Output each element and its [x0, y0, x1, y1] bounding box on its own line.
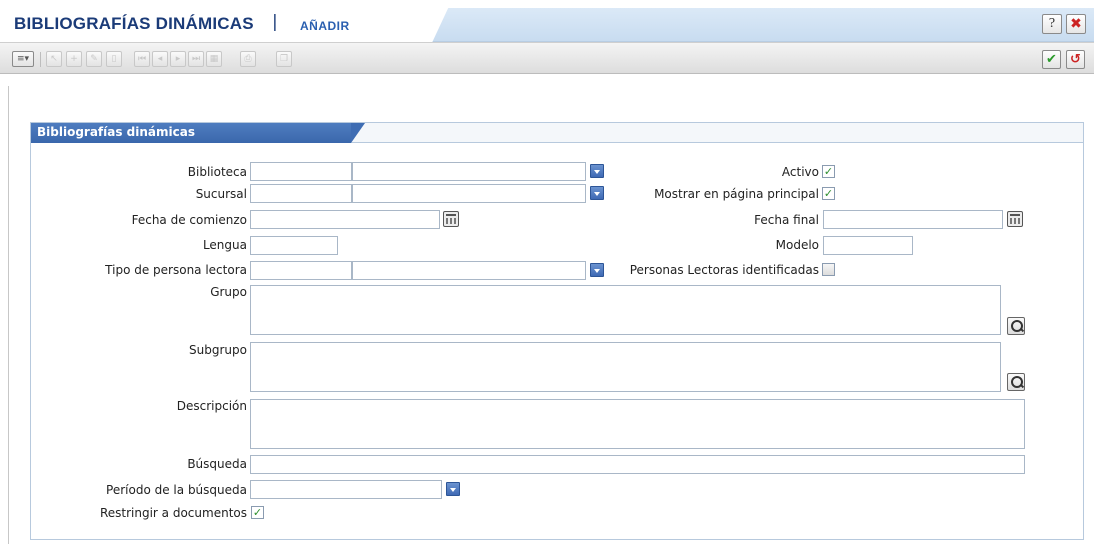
grid-icon[interactable]: ▦	[206, 51, 222, 67]
app-header: BIBLIOGRAFÍAS DINÁMICAS | AÑADIR ? ✖	[0, 0, 1094, 42]
panel-header: Bibliografías dinámicas	[31, 123, 1083, 143]
edit-icon[interactable]: ✎	[86, 51, 102, 67]
fecha-comienzo-label: Fecha de comienzo	[131, 213, 247, 227]
header-band	[420, 8, 1094, 42]
toolbar-separator	[40, 52, 41, 67]
left-rule	[8, 86, 9, 544]
subgrupo-textarea[interactable]	[250, 342, 1001, 392]
biblioteca-label: Biblioteca	[187, 165, 247, 179]
periodo-dropdown-icon[interactable]	[446, 482, 460, 496]
toolbar: ≡▾ ↖ + ✎ ▯ ⏮ ◂ ▸ ⏭ ▦ ⎙ ❐ ✔ ↺	[0, 42, 1094, 74]
mostrar-label: Mostrar en página principal	[654, 187, 819, 201]
page-title: BIBLIOGRAFÍAS DINÁMICAS	[14, 14, 254, 33]
delete-icon[interactable]: ▯	[106, 51, 122, 67]
prev-icon[interactable]: ◂	[152, 51, 168, 67]
sucursal-label: Sucursal	[195, 187, 247, 201]
modelo-label: Modelo	[775, 238, 819, 252]
mode-label: AÑADIR	[300, 19, 350, 33]
save-button[interactable]: ✔	[1042, 50, 1061, 69]
tipo-persona-select[interactable]	[352, 261, 586, 280]
close-button[interactable]: ✖	[1066, 14, 1086, 34]
grupo-textarea[interactable]	[250, 285, 1001, 335]
fecha-final-input[interactable]	[823, 210, 1003, 229]
periodo-busqueda-select[interactable]	[250, 480, 442, 499]
busqueda-input[interactable]	[250, 455, 1025, 474]
personas-identificadas-label: Personas Lectoras identificadas	[629, 263, 819, 277]
title-separator: |	[272, 12, 278, 32]
restringir-checkbox[interactable]: ✓	[251, 506, 264, 519]
descripcion-textarea[interactable]	[250, 399, 1025, 449]
tipo-persona-code-input[interactable]	[250, 261, 352, 280]
add-icon[interactable]: +	[66, 51, 82, 67]
calendar-icon[interactable]	[1007, 211, 1023, 227]
fecha-final-label: Fecha final	[754, 213, 819, 227]
help-button[interactable]: ?	[1042, 14, 1062, 34]
sucursal-select[interactable]	[352, 184, 586, 203]
biblioteca-code-input[interactable]	[250, 162, 352, 181]
sucursal-code-input[interactable]	[250, 184, 352, 203]
menu-icon[interactable]: ≡▾	[12, 51, 34, 67]
lengua-input[interactable]	[250, 236, 338, 255]
modelo-input[interactable]	[823, 236, 913, 255]
grupo-search-icon[interactable]	[1007, 317, 1025, 335]
first-icon[interactable]: ⏮	[134, 51, 150, 67]
calendar-icon[interactable]	[443, 211, 459, 227]
restringir-label: Restringir a documentos	[99, 506, 247, 520]
busqueda-label: Búsqueda	[187, 457, 247, 471]
subgrupo-label: Subgrupo	[189, 343, 247, 357]
form-panel: Bibliografías dinámicas Biblioteca Sucur…	[30, 122, 1084, 540]
grupo-label: Grupo	[210, 285, 247, 299]
activo-label: Activo	[781, 165, 819, 179]
descripcion-label: Descripción	[176, 399, 247, 413]
personas-identificadas-checkbox[interactable]	[822, 263, 835, 276]
undo-button[interactable]: ↺	[1066, 50, 1085, 69]
panel-tab: Bibliografías dinámicas	[31, 123, 365, 143]
copy-icon[interactable]: ❐	[276, 51, 292, 67]
lengua-label: Lengua	[202, 238, 247, 252]
tipo-persona-label: Tipo de persona lectora	[105, 263, 247, 277]
print-icon[interactable]: ⎙	[240, 51, 256, 67]
last-icon[interactable]: ⏭	[188, 51, 204, 67]
activo-checkbox[interactable]: ✓	[822, 165, 835, 178]
select-icon[interactable]: ↖	[46, 51, 62, 67]
mostrar-checkbox[interactable]: ✓	[822, 187, 835, 200]
fecha-comienzo-input[interactable]	[250, 210, 440, 229]
periodo-busqueda-label: Período de la búsqueda	[106, 483, 247, 497]
biblioteca-select[interactable]	[352, 162, 586, 181]
subgrupo-search-icon[interactable]	[1007, 373, 1025, 391]
next-icon[interactable]: ▸	[170, 51, 186, 67]
